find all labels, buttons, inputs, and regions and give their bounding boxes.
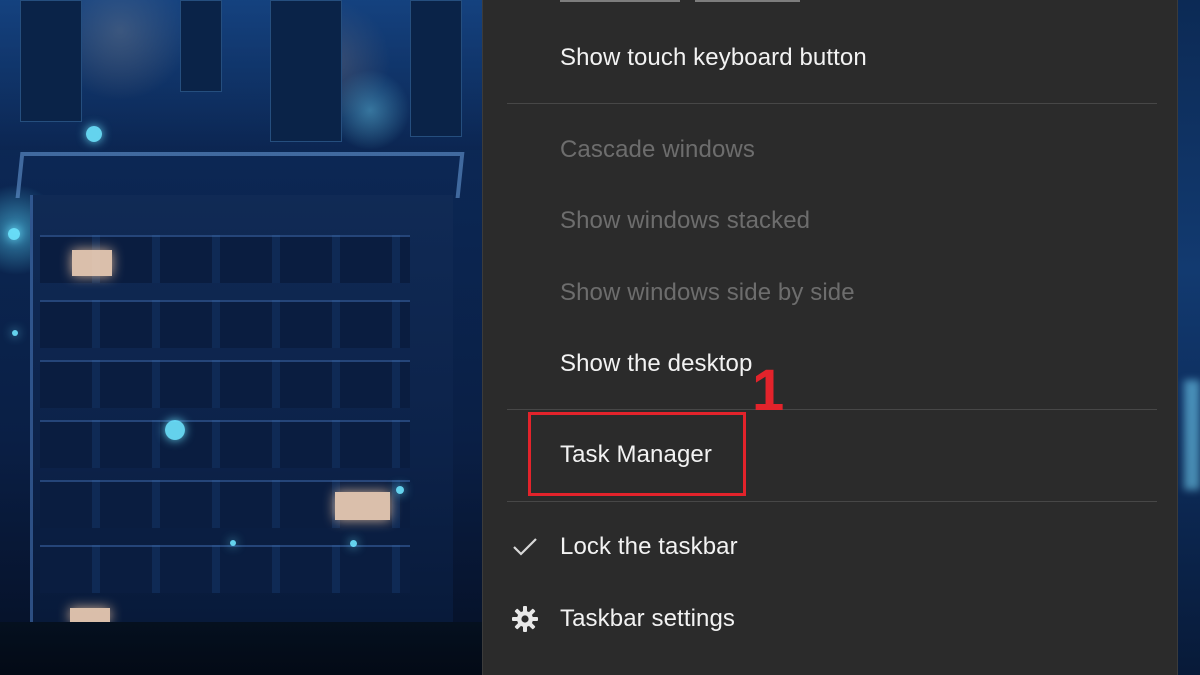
menu-item-cascade-windows: Cascade windows xyxy=(483,125,1177,175)
menu-separator xyxy=(507,409,1157,410)
menu-item-taskbar-settings[interactable]: Taskbar settings xyxy=(483,594,1177,644)
wallpaper-window-row xyxy=(40,360,410,408)
wallpaper-light-dot xyxy=(396,486,404,494)
wallpaper-tower xyxy=(410,0,462,137)
menu-separator xyxy=(507,501,1157,502)
menu-item-label: Show the desktop xyxy=(560,350,753,377)
desktop-wallpaper xyxy=(0,0,482,675)
wallpaper-lit-window xyxy=(335,492,390,520)
checkmark-icon xyxy=(510,532,540,562)
wallpaper-light-dot xyxy=(12,330,18,336)
gear-icon xyxy=(510,604,540,634)
menu-item-show-touch-keyboard-button[interactable]: Show touch keyboard button xyxy=(483,33,1177,83)
taskbar-strip[interactable] xyxy=(0,622,482,675)
taskbar-context-menu: Show touch keyboard button Cascade windo… xyxy=(482,0,1178,675)
menu-item-lock-the-taskbar[interactable]: Lock the taskbar xyxy=(483,522,1177,572)
menu-item-label: Show windows stacked xyxy=(560,207,811,234)
menu-item-label: Cascade windows xyxy=(560,136,755,163)
annotation-highlight-box xyxy=(528,412,746,496)
annotation-step-number: 1 xyxy=(752,358,785,423)
desktop-wallpaper-edge xyxy=(1178,0,1200,675)
wallpaper-light-dot xyxy=(165,420,185,440)
menu-item-show-windows-stacked: Show windows stacked xyxy=(483,196,1177,246)
wallpaper-tower xyxy=(20,0,82,122)
wallpaper-roof-rail xyxy=(15,152,465,198)
menu-item-show-the-desktop[interactable]: Show the desktop xyxy=(483,339,1177,389)
wallpaper-light-dot xyxy=(8,228,20,240)
menu-item-show-windows-side-by-side: Show windows side by side xyxy=(483,268,1177,318)
wallpaper-lit-window xyxy=(72,250,112,276)
wallpaper-window-row xyxy=(40,420,410,468)
wallpaper-lit-window xyxy=(70,608,110,622)
wallpaper-tower xyxy=(180,0,222,92)
menu-item-label: Taskbar settings xyxy=(560,605,736,632)
menu-item-label: Show touch keyboard button xyxy=(560,44,867,71)
wallpaper-light-dot xyxy=(86,126,102,142)
clipped-menu-item xyxy=(560,0,860,2)
wallpaper-tower xyxy=(270,0,342,142)
wallpaper-window-row xyxy=(40,545,410,593)
wallpaper-light-dot xyxy=(350,540,357,547)
wallpaper-window-row xyxy=(40,300,410,348)
menu-item-label: Show windows side by side xyxy=(560,279,855,306)
menu-item-label: Lock the taskbar xyxy=(560,533,738,560)
menu-separator xyxy=(507,103,1157,104)
wallpaper-glow xyxy=(1184,380,1200,490)
wallpaper-light-dot xyxy=(230,540,236,546)
